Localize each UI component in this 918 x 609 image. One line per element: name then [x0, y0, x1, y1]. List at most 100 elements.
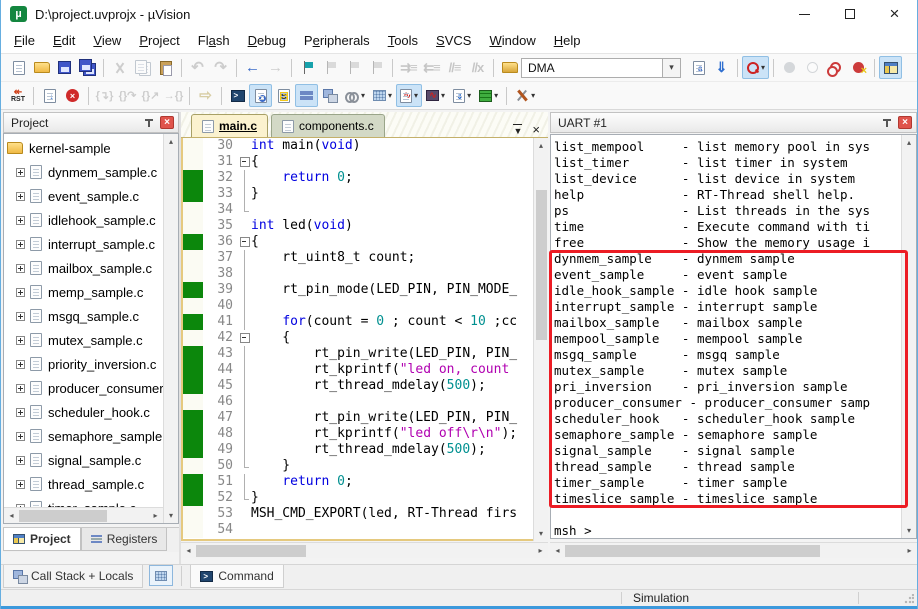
prev-bookmark-button[interactable] [319, 56, 342, 79]
tree-item-producer_consumer-c[interactable]: producer_consumer.c [4, 376, 163, 400]
memory-window-button[interactable]: ▾ [369, 84, 396, 107]
resize-grip-icon[interactable] [904, 594, 914, 604]
fold-marker[interactable] [239, 154, 251, 170]
code-line[interactable]: 36 { [183, 234, 546, 250]
tree-item-priority_inversion-c[interactable]: priority_inversion.c [4, 352, 163, 376]
incremental-find-button[interactable]: ⇓ [710, 56, 733, 79]
code-line[interactable]: 42 { [183, 330, 546, 346]
step-button[interactable]: {↴} [93, 84, 116, 107]
code-line[interactable]: 52} [183, 490, 546, 506]
run-button[interactable]: ↓ [38, 84, 61, 107]
scroll-left-icon[interactable]: ◂ [4, 508, 19, 523]
scroll-right-icon[interactable]: ▸ [148, 508, 163, 523]
code-line[interactable]: 47 rt_pin_write(LED_PIN, PIN_ [183, 410, 546, 426]
code-line[interactable]: 37 rt_uint8_t count; [183, 250, 546, 266]
expand-icon[interactable] [16, 167, 25, 177]
menu-debug[interactable]: Debug [239, 29, 295, 52]
enable-breakpoint-button[interactable] [801, 56, 824, 79]
tree-item-mutex_sample-c[interactable]: mutex_sample.c [4, 328, 163, 352]
tab-project[interactable]: Project [3, 528, 81, 551]
scroll-down-icon[interactable]: ▾ [164, 508, 179, 523]
comment-button[interactable]: //≡ [443, 56, 466, 79]
uart-vertical-scrollbar[interactable]: ▴ ▾ [901, 135, 916, 538]
undo-button[interactable]: ↶ [186, 56, 209, 79]
uart-horizontal-scrollbar[interactable]: ◂ ▸ [550, 542, 917, 558]
expand-icon[interactable] [16, 383, 25, 393]
tree-item-dynmem_sample-c[interactable]: dynmem_sample.c [4, 160, 163, 184]
editor-horizontal-scrollbar[interactable]: ◂ ▸ [181, 542, 548, 558]
scroll-up-icon[interactable]: ▴ [902, 135, 917, 150]
symbol-window-button[interactable]: S [272, 84, 295, 107]
expand-icon[interactable] [16, 407, 25, 417]
watch-window-button[interactable]: ▾ [341, 84, 369, 107]
scroll-down-icon[interactable]: ▾ [534, 526, 549, 541]
navigate-forward-button[interactable]: → [264, 56, 287, 79]
tree-item-interrupt_sample-c[interactable]: interrupt_sample.c [4, 232, 163, 256]
clear-bookmarks-button[interactable] [365, 56, 388, 79]
code-line[interactable]: 34 [183, 202, 546, 218]
expand-icon[interactable] [16, 431, 25, 441]
pin-icon[interactable] [144, 117, 154, 129]
next-bookmark-button[interactable] [342, 56, 365, 79]
tab-command[interactable]: > Command [190, 565, 284, 588]
save-all-button[interactable] [76, 56, 99, 79]
serial-window-button[interactable]: ∿ ▾ [396, 84, 423, 107]
pin-icon[interactable] [882, 117, 892, 129]
reset-button[interactable]: ↞ RST [7, 84, 29, 107]
code-line[interactable]: 39 rt_pin_mode(LED_PIN, PIN_MODE_ [183, 282, 546, 298]
step-out-button[interactable]: {}↗ [139, 84, 162, 107]
expand-icon[interactable] [16, 455, 25, 465]
menu-edit[interactable]: Edit [44, 29, 84, 52]
tree-item-idlehook_sample-c[interactable]: idlehook_sample.c [4, 208, 163, 232]
project-window-button[interactable] [879, 56, 903, 79]
code-line[interactable]: 54 [183, 522, 546, 538]
code-line[interactable]: 48 rt_kprintf("led off\r\n"); [183, 426, 546, 442]
scroll-right-icon[interactable]: ▸ [533, 543, 548, 558]
toggle-bookmark-button[interactable] [296, 56, 319, 79]
tree-item-event_sample-c[interactable]: event_sample.c [4, 184, 163, 208]
code-line[interactable]: 31 { [183, 154, 546, 170]
tree-item-msgq_sample-c[interactable]: msgq_sample.c [4, 304, 163, 328]
code-line[interactable]: 35 int led(void) [183, 218, 546, 234]
code-editor[interactable]: 30 int main(void) 31{32 return 0; 33} 34 35 in… [181, 138, 548, 541]
redo-button[interactable]: ↷ [209, 56, 232, 79]
menu-window[interactable]: Window [480, 29, 544, 52]
disable-all-breakpoints-button[interactable] [824, 56, 847, 79]
memory-window-mini-button[interactable] [149, 565, 174, 586]
step-over-button[interactable]: {}↷ [116, 84, 139, 107]
scrollbar-thumb[interactable] [19, 509, 107, 522]
new-file-button[interactable] [7, 56, 30, 79]
fold-marker[interactable] [239, 234, 251, 250]
scrollbar-thumb[interactable] [196, 544, 306, 557]
tree-item-thread_sample-c[interactable]: thread_sample.c [4, 472, 163, 496]
maximize-button[interactable] [827, 0, 872, 28]
project-tree-vertical-scrollbar[interactable]: ▴ ▾ [163, 134, 178, 523]
stop-button[interactable]: × [61, 84, 84, 107]
code-line[interactable]: 38 [183, 266, 546, 282]
code-line[interactable]: 50 } [183, 458, 546, 474]
expand-icon[interactable] [16, 215, 25, 225]
code-line[interactable]: 33} [183, 186, 546, 202]
tab-registers[interactable]: Registers [80, 528, 168, 551]
find-in-files-button[interactable] [498, 56, 521, 79]
tree-item-mailbox_sample-c[interactable]: mailbox_sample.c [4, 256, 163, 280]
close-button[interactable]: × [872, 0, 917, 28]
tab-components-c[interactable]: components.c [271, 114, 385, 137]
tree-item-scheduler_hook-c[interactable]: scheduler_hook.c [4, 400, 163, 424]
tree-item-signal_sample-c[interactable]: signal_sample.c [4, 448, 163, 472]
registers-window-button[interactable] [295, 84, 318, 107]
editor-vertical-scrollbar[interactable]: ▴ ▾ [533, 138, 548, 541]
insert-breakpoint-button[interactable] [778, 56, 801, 79]
toolbox-button[interactable]: ▾ [475, 84, 502, 107]
tree-item-semaphore_sample-c[interactable]: semaphore_sample.c [4, 424, 163, 448]
navigate-back-button[interactable]: ← [241, 56, 264, 79]
tab-main-c[interactable]: main.c [191, 114, 269, 137]
find-next-button[interactable]: a [687, 56, 710, 79]
menu-help[interactable]: Help [545, 29, 590, 52]
expand-icon[interactable] [16, 335, 25, 345]
code-line[interactable]: 30 int main(void) [183, 138, 546, 154]
close-document-icon[interactable]: × [532, 122, 540, 137]
code-line[interactable]: 46 [183, 394, 546, 410]
scroll-left-icon[interactable]: ◂ [181, 543, 196, 558]
uart-panel-close-button[interactable]: × [898, 116, 912, 129]
